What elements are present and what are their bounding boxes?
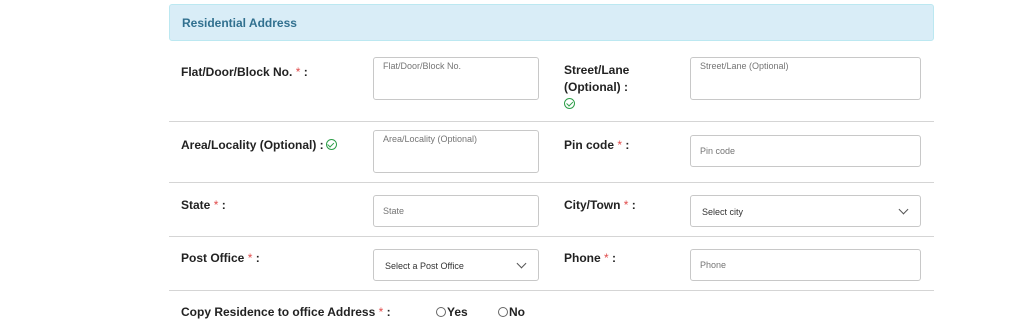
check-circle-icon: [564, 98, 575, 109]
street-label-line2: (Optional) :: [564, 80, 628, 94]
label-colon: :: [612, 251, 617, 265]
row-divider: [169, 121, 934, 122]
state-label-text: State: [181, 198, 211, 212]
row-divider: [169, 236, 934, 237]
chevron-down-icon: [898, 204, 909, 215]
area-input[interactable]: [373, 130, 539, 173]
city-select[interactable]: Select city: [690, 195, 921, 227]
pincode-label: Pin code * :: [564, 137, 629, 154]
post-office-label: Post Office * :: [181, 250, 260, 267]
copy-residence-label: Copy Residence to office Address * :: [181, 304, 391, 321]
section-header: Residential Address: [169, 4, 934, 41]
state-input[interactable]: [373, 195, 539, 227]
post-office-label-text: Post Office: [181, 251, 245, 265]
required-mark: *: [378, 305, 384, 319]
phone-label-text: Phone: [564, 251, 601, 265]
copy-yes-radio[interactable]: Yes: [436, 305, 468, 319]
label-colon: :: [255, 251, 260, 265]
required-mark: *: [295, 65, 301, 79]
required-mark: *: [604, 251, 609, 265]
required-mark: *: [213, 198, 219, 212]
required-mark: *: [247, 251, 253, 265]
radio-icon[interactable]: [436, 307, 446, 317]
required-mark: *: [623, 198, 629, 212]
state-label: State * :: [181, 197, 226, 214]
copy-residence-label-text: Copy Residence to office Address: [181, 305, 376, 319]
chevron-down-icon: [516, 258, 527, 269]
street-input[interactable]: [690, 57, 921, 100]
post-office-select-value: Select a Post Office: [385, 261, 464, 271]
phone-label: Phone * :: [564, 250, 616, 267]
city-label: City/Town * :: [564, 197, 636, 214]
city-select-value: Select city: [702, 207, 744, 217]
label-colon: :: [631, 198, 636, 212]
flat-label-text: Flat/Door/Block No.: [181, 65, 293, 79]
pincode-label-text: Pin code: [564, 138, 615, 152]
section-title: Residential Address: [182, 16, 297, 30]
copy-no-label: No: [509, 305, 525, 319]
required-mark: *: [617, 138, 623, 152]
copy-no-radio[interactable]: No: [498, 305, 525, 319]
street-label-line1: Street/Lane: [564, 63, 630, 77]
label-colon: :: [386, 305, 391, 319]
flat-input[interactable]: [373, 57, 539, 100]
row-divider: [169, 182, 934, 183]
area-label-text: Area/Locality (Optional) :: [181, 138, 324, 152]
radio-icon[interactable]: [498, 307, 508, 317]
area-label: Area/Locality (Optional) :: [181, 137, 337, 154]
street-label: Street/Lane (Optional) :: [564, 62, 629, 113]
city-label-text: City/Town: [564, 198, 621, 212]
flat-label: Flat/Door/Block No. * :: [181, 64, 308, 81]
row-divider: [169, 290, 934, 291]
residential-address-panel: Residential Address Flat/Door/Block No. …: [169, 4, 934, 326]
check-circle-icon: [325, 139, 337, 150]
label-colon: :: [625, 138, 630, 152]
label-colon: :: [303, 65, 308, 79]
phone-input[interactable]: [690, 249, 921, 281]
copy-yes-label: Yes: [447, 305, 468, 319]
label-colon: :: [221, 198, 226, 212]
pincode-input[interactable]: [690, 135, 921, 167]
post-office-select[interactable]: Select a Post Office: [373, 249, 539, 281]
